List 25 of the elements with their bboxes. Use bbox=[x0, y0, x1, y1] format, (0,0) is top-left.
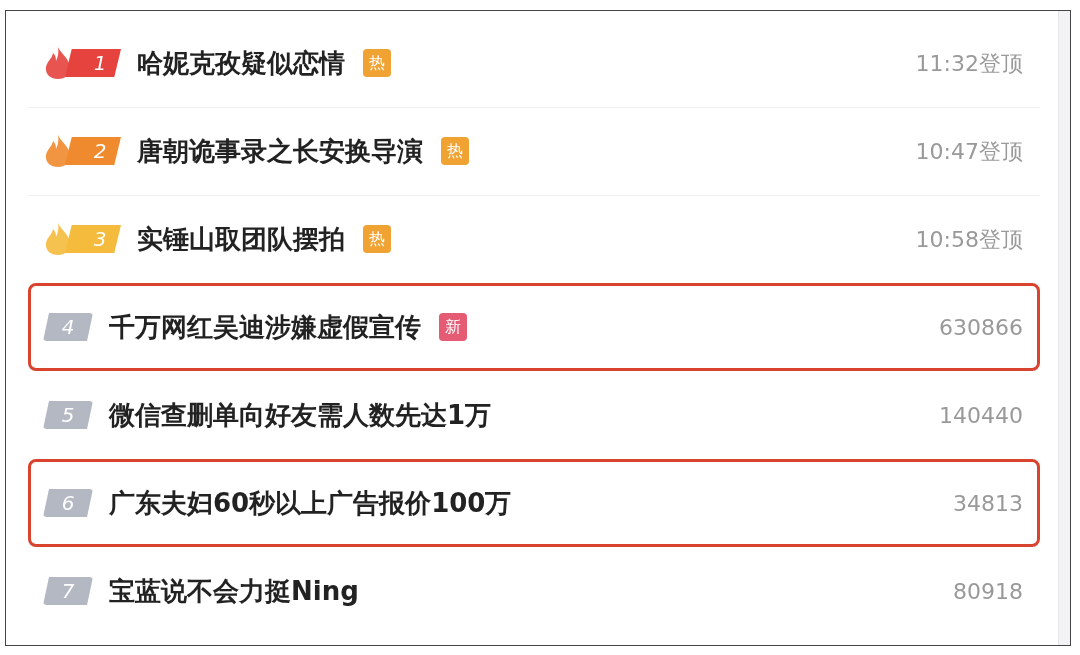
heat-value: 630866 bbox=[939, 313, 1023, 342]
heat-value: 34813 bbox=[953, 489, 1023, 518]
rank-badge: 1 bbox=[65, 49, 121, 77]
heat-value: 140440 bbox=[939, 401, 1023, 430]
rank-badge: 4 bbox=[43, 313, 93, 341]
rank-badge: 5 bbox=[43, 401, 93, 429]
tag-label: 热 bbox=[363, 49, 391, 77]
heat-value: 80918 bbox=[953, 577, 1023, 606]
tag-label: 热 bbox=[441, 137, 469, 165]
tag-label: 热 bbox=[363, 225, 391, 253]
rank-badge: 7 bbox=[43, 577, 93, 605]
topic-link[interactable]: 微信查删单向好友需人数先达1万 bbox=[109, 395, 492, 435]
heat-value: 10:47登顶 bbox=[915, 137, 1023, 166]
heat-value: 11:32登顶 bbox=[915, 49, 1023, 78]
heat-value: 10:58登顶 bbox=[915, 225, 1023, 254]
rank-badge: 2 bbox=[65, 137, 121, 165]
topic-link[interactable]: 唐朝诡事录之长安换导演 bbox=[137, 131, 423, 171]
topic-link[interactable]: 千万网红吴迪涉嫌虚假宣传 bbox=[109, 307, 421, 347]
rank-badge: 6 bbox=[43, 489, 93, 517]
tag-label: 新 bbox=[439, 313, 467, 341]
topic-link[interactable]: 实锤山取团队摆拍 bbox=[137, 219, 345, 259]
rank-badge: 3 bbox=[65, 225, 121, 253]
topic-link[interactable]: 广东夫妇60秒以上广告报价100万 bbox=[109, 483, 512, 523]
topic-link[interactable]: 宝蓝说不会力挺Ning bbox=[109, 571, 359, 611]
topic-link[interactable]: 哈妮克孜疑似恋情 bbox=[137, 43, 345, 83]
